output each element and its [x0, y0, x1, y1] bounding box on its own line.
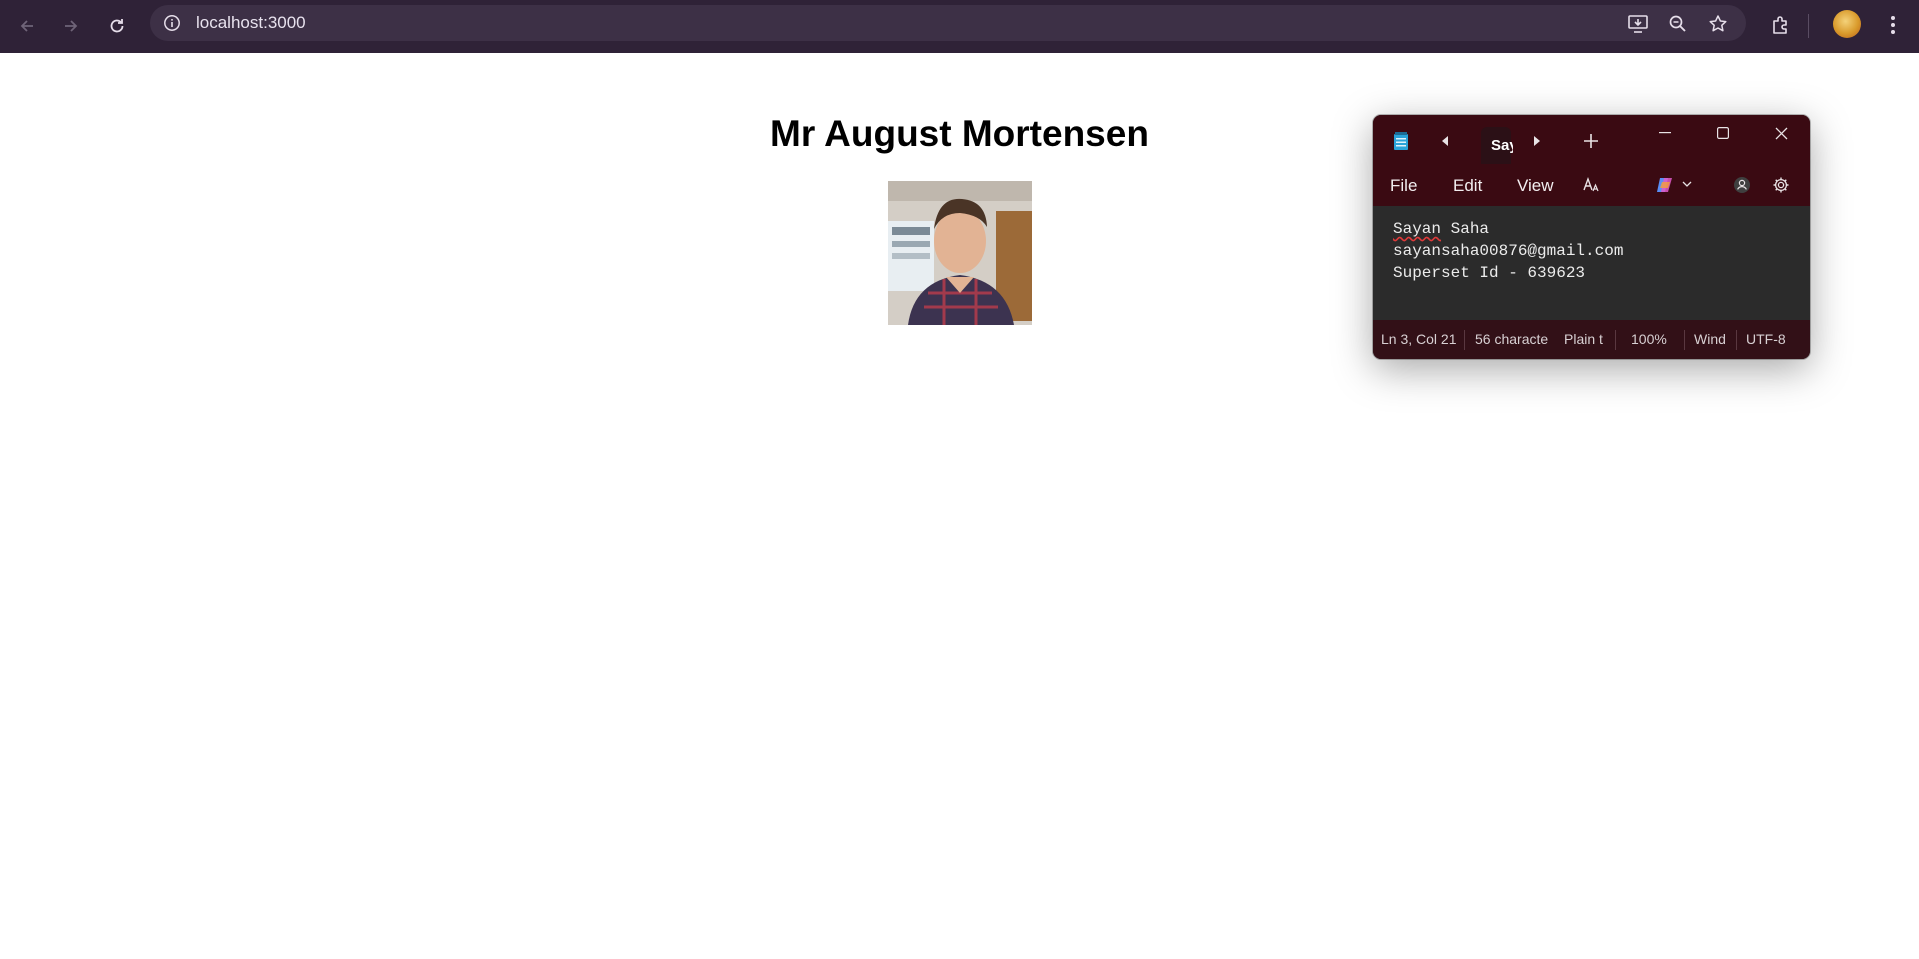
maximize-button[interactable]: [1708, 121, 1738, 145]
status-separator: [1736, 330, 1737, 350]
status-zoom[interactable]: 100%: [1631, 331, 1675, 347]
install-app-button[interactable]: [1627, 13, 1649, 35]
browser-menu-button[interactable]: [1879, 11, 1907, 39]
status-separator: [1684, 330, 1685, 350]
text-line-3: Superset Id - 639623: [1393, 264, 1586, 282]
forward-arrow-icon: [65, 20, 78, 32]
back-arrow-icon: [20, 20, 33, 32]
status-separator: [1615, 330, 1616, 350]
tab-scroll-left-button[interactable]: [1437, 133, 1453, 149]
notepad-menubar: File Edit View: [1373, 164, 1810, 206]
status-character-count: 56 characte: [1475, 331, 1549, 347]
notepad-text-area[interactable]: Sayan Saha sayansaha00876@gmail.com Supe…: [1373, 206, 1810, 335]
minimize-button[interactable]: [1650, 121, 1680, 145]
zoom-icon: [1669, 15, 1686, 32]
text-line-1: Sayan Saha: [1393, 218, 1489, 240]
profile-photo: [888, 181, 1032, 325]
new-tab-button[interactable]: [1581, 131, 1601, 151]
menu-view[interactable]: View: [1517, 176, 1554, 196]
bookmark-button[interactable]: [1707, 13, 1729, 35]
caret-right-icon: [1534, 136, 1540, 146]
account-icon: [1734, 177, 1750, 193]
status-line-ending: Wind: [1694, 331, 1726, 347]
kebab-menu-icon: [1891, 16, 1895, 34]
close-icon: [1775, 127, 1787, 139]
chevron-down-icon: [1682, 181, 1692, 187]
extensions-button[interactable]: [1767, 11, 1795, 39]
install-app-icon: [1628, 15, 1648, 33]
close-button[interactable]: [1766, 121, 1796, 145]
browser-toolbar: localhost:3000: [0, 0, 1919, 53]
status-file-format: Plain t: [1564, 331, 1603, 347]
text-line-2: sayansaha00876@gmail.com: [1393, 242, 1624, 260]
menu-edit[interactable]: Edit: [1453, 176, 1482, 196]
notepad-tab[interactable]: Say: [1481, 127, 1513, 164]
copilot-button[interactable]: [1653, 174, 1677, 196]
notepad-statusbar: Ln 3, Col 21 56 characte Plain t 100% Wi…: [1373, 320, 1810, 359]
minimize-icon: [1659, 132, 1671, 134]
notepad-app-icon: [1391, 130, 1411, 152]
plus-icon: [1584, 134, 1598, 148]
puzzle-icon: [1773, 16, 1787, 34]
notepad-titlebar: Say: [1373, 115, 1810, 164]
copilot-dropdown-button[interactable]: [1680, 176, 1694, 192]
zoom-button[interactable]: [1667, 13, 1689, 35]
copilot-icon: [1657, 178, 1672, 192]
account-button[interactable]: [1733, 176, 1751, 194]
profile-avatar[interactable]: [1833, 10, 1861, 38]
reload-icon: [110, 19, 124, 33]
caret-left-icon: [1442, 136, 1448, 146]
status-encoding: UTF-8: [1746, 331, 1786, 347]
back-button[interactable]: [11, 10, 43, 42]
menu-file[interactable]: File: [1390, 176, 1417, 196]
font-size-icon: [1583, 176, 1599, 192]
settings-button[interactable]: [1771, 175, 1791, 195]
tab-scroll-right-button[interactable]: [1529, 133, 1545, 149]
reload-button[interactable]: [101, 10, 133, 42]
maximize-icon: [1717, 127, 1729, 139]
address-bar[interactable]: localhost:3000: [150, 5, 1746, 41]
font-format-button[interactable]: [1581, 174, 1603, 196]
star-icon: [1709, 15, 1727, 32]
gear-icon: [1773, 177, 1789, 193]
notepad-tab-title: Say: [1491, 137, 1513, 154]
info-icon: [164, 15, 180, 31]
forward-button[interactable]: [55, 10, 87, 42]
status-cursor-position: Ln 3, Col 21: [1381, 331, 1457, 347]
text-line-1-rest: Saha: [1441, 220, 1490, 238]
misspelled-word: Sayan: [1393, 220, 1442, 238]
status-separator: [1464, 330, 1465, 350]
url-text[interactable]: localhost:3000: [196, 13, 306, 33]
profile-photo-image: [888, 181, 1032, 325]
toolbar-divider: [1808, 14, 1809, 38]
notepad-window: Say File Edit View: [1373, 115, 1810, 359]
site-info-button[interactable]: [162, 13, 182, 33]
